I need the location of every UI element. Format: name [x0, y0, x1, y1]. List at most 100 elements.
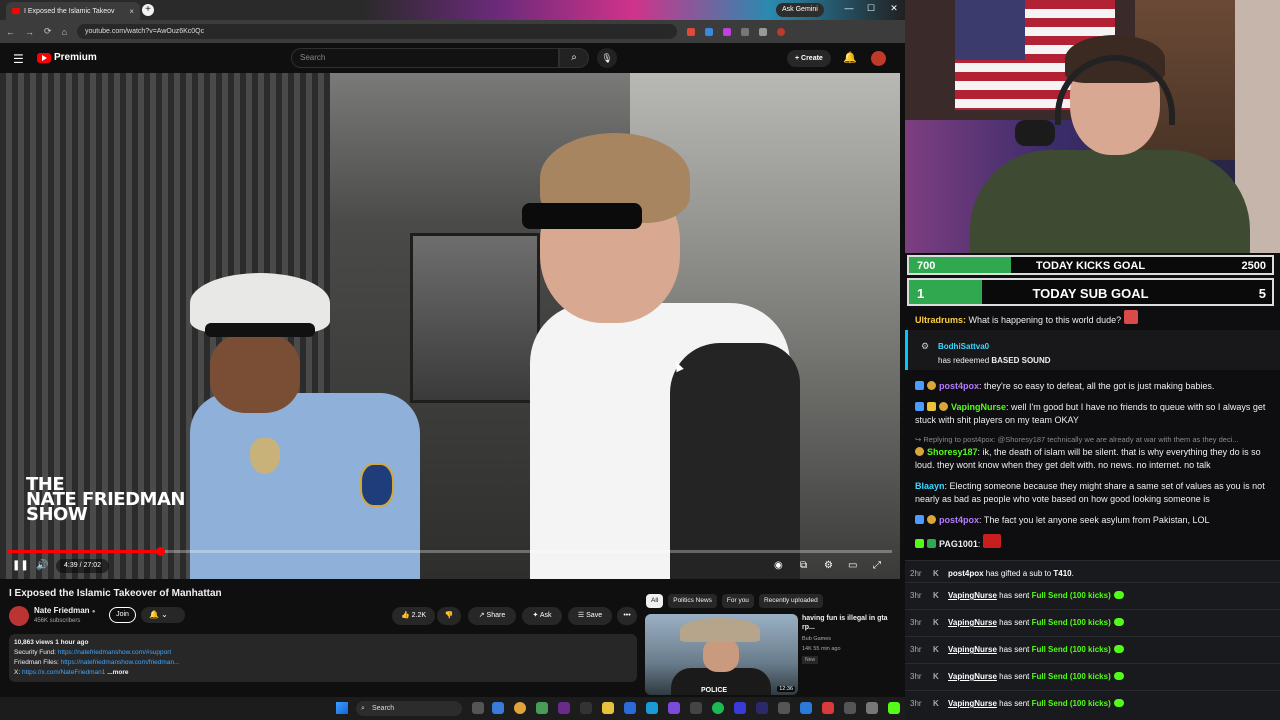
extension-icon[interactable]	[704, 27, 713, 36]
new-tab-button[interactable]: +	[142, 4, 154, 16]
recommendation-thumbnail[interactable]: POLICE 12:36	[645, 614, 798, 695]
recommendation-title[interactable]: having fun is illegal in gta rp...	[802, 614, 897, 632]
windows-start-icon[interactable]	[336, 702, 348, 714]
restore-icon[interactable]: ☐	[861, 3, 881, 14]
video-progress-fill	[8, 550, 161, 553]
app-icon[interactable]	[844, 702, 856, 714]
chat-username[interactable]: BodhiSattva0	[938, 342, 989, 351]
x-profile-link[interactable]: https://x.com/NateFriedman1	[22, 669, 105, 676]
settings-gear-icon[interactable]: ⚙	[824, 560, 833, 571]
video-progress-bar[interactable]	[8, 547, 892, 556]
ask-gemini-button[interactable]: Ask Gemini	[776, 3, 824, 17]
chip-recently-uploaded[interactable]: Recently uploaded	[758, 594, 823, 608]
create-button[interactable]: + Create	[787, 50, 831, 67]
event-username[interactable]: VapingNurse	[948, 672, 997, 681]
app-icon[interactable]	[822, 702, 834, 714]
extension-icon[interactable]	[722, 27, 731, 36]
event-username[interactable]: post4pox	[948, 569, 984, 578]
subscribe-bell-button[interactable]: 🔔 ⌄	[141, 607, 185, 623]
chip-politics-news[interactable]: Politics News	[668, 594, 717, 608]
minimize-icon[interactable]: —	[839, 3, 859, 13]
share-button[interactable]: ↗ Share	[468, 607, 516, 625]
app-icon[interactable]	[580, 702, 592, 714]
menu-icon[interactable]: ☰	[13, 52, 24, 66]
task-view-icon[interactable]	[472, 702, 484, 714]
chat-username[interactable]: post4pox	[939, 381, 979, 391]
reload-icon[interactable]: ⟳	[44, 26, 52, 37]
save-button[interactable]: ☰ Save	[568, 607, 612, 625]
dislike-button[interactable]: 👎	[437, 607, 461, 625]
video-player[interactable]: THE NATE FRIEDMAN SHOW ❚❚ 🔊 4:39 / 27:02…	[0, 73, 900, 579]
volume-icon[interactable]: 🔊	[36, 560, 48, 571]
pause-icon[interactable]: ❚❚	[12, 560, 29, 571]
recommendation-channel[interactable]: Bub Games	[802, 636, 831, 642]
app-icon[interactable]	[800, 702, 812, 714]
chip-for-you[interactable]: For you	[721, 594, 754, 608]
app-icon[interactable]	[624, 702, 636, 714]
join-button[interactable]: Join	[109, 607, 136, 623]
event-username[interactable]: VapingNurse	[948, 618, 997, 627]
home-icon[interactable]: ⌂	[62, 27, 67, 37]
extension-icon[interactable]	[740, 27, 749, 36]
taskbar-search[interactable]: ⌕ Search	[356, 701, 462, 716]
browser-tab[interactable]: I Exposed the Islamic Takeov ×	[6, 2, 140, 20]
chat-username[interactable]: Shoresy187	[927, 447, 978, 457]
description-box[interactable]: 10,863 views 1 hour ago Security Fund: h…	[9, 634, 637, 682]
event-row: 3hr K VapingNurse has sent Full Send (10…	[905, 609, 1280, 635]
event-username[interactable]: VapingNurse	[948, 591, 997, 600]
app-icon[interactable]	[646, 702, 658, 714]
event-target[interactable]: T410	[1053, 569, 1071, 578]
chat-username[interactable]: Ultradrums:	[915, 315, 966, 325]
account-avatar[interactable]	[871, 51, 886, 66]
autoplay-icon[interactable]: ◉	[774, 560, 783, 571]
search-input[interactable]: Search	[291, 48, 559, 68]
microphone-icon[interactable]: 🎙	[597, 48, 617, 68]
chat-reply-preview[interactable]: ↪ Replying to post4pox: @Shoresy187 tech…	[915, 435, 1270, 444]
app-icon[interactable]	[492, 702, 504, 714]
youtube-logo[interactable]: Premium	[37, 52, 97, 63]
event-username[interactable]: VapingNurse	[948, 645, 997, 654]
more-actions-button[interactable]: •••	[617, 607, 637, 625]
app-icon[interactable]	[558, 702, 570, 714]
app-icon[interactable]	[756, 702, 768, 714]
tab-close-icon[interactable]: ×	[129, 7, 134, 16]
search-icon[interactable]: ⌕	[559, 48, 589, 68]
extension-icon[interactable]	[686, 27, 695, 36]
chat-username[interactable]: post4pox	[939, 515, 979, 525]
channel-avatar[interactable]	[9, 606, 29, 626]
channel-name-text[interactable]: Nate Friedman	[34, 606, 90, 615]
event-username[interactable]: VapingNurse	[948, 699, 997, 708]
app-icon[interactable]	[866, 702, 878, 714]
security-fund-link[interactable]: https://natefriedmanshow.com/#support	[58, 649, 171, 656]
recommendation-chips: All Politics News For you Recently uploa…	[646, 594, 823, 608]
profile-icon[interactable]	[776, 27, 785, 36]
miniplayer-icon[interactable]: ▭	[848, 560, 857, 571]
app-icon[interactable]	[536, 702, 548, 714]
window-close-icon[interactable]: ✕	[884, 3, 904, 14]
chat-username[interactable]: VapingNurse	[951, 402, 1006, 412]
like-button[interactable]: 👍 2.2K	[392, 607, 435, 625]
file-explorer-icon[interactable]	[602, 702, 614, 714]
video-scrubber-handle[interactable]	[156, 547, 166, 556]
app-icon[interactable]	[778, 702, 790, 714]
forward-icon[interactable]: →	[25, 27, 34, 37]
chat-username[interactable]: PAG1001	[939, 539, 978, 549]
url-field[interactable]: youtube.com/watch?v=AwOuz6Kc0Qc	[76, 24, 677, 39]
ask-button[interactable]: ✦ Ask	[522, 607, 562, 625]
chip-all[interactable]: All	[646, 594, 664, 608]
app-icon[interactable]	[690, 702, 702, 714]
chat-username[interactable]: Blaayn	[915, 481, 945, 491]
app-icon[interactable]	[668, 702, 680, 714]
extensions-puzzle-icon[interactable]	[758, 27, 767, 36]
show-more-link[interactable]: ...more	[107, 669, 128, 676]
app-icon[interactable]	[734, 702, 746, 714]
kick-icon[interactable]	[888, 702, 900, 714]
spotify-icon[interactable]	[712, 702, 724, 714]
notifications-bell-icon[interactable]: 🔔	[843, 51, 857, 64]
fullscreen-icon[interactable]: ⤢	[873, 560, 881, 571]
captions-icon[interactable]: ⧉	[800, 560, 807, 571]
chrome-icon[interactable]	[514, 702, 526, 714]
friedman-files-link[interactable]: https://natefriedmanshow.com/friedman...	[61, 659, 180, 666]
channel-name[interactable]: Nate Friedman ●	[34, 606, 95, 615]
back-icon[interactable]: ←	[6, 27, 15, 37]
